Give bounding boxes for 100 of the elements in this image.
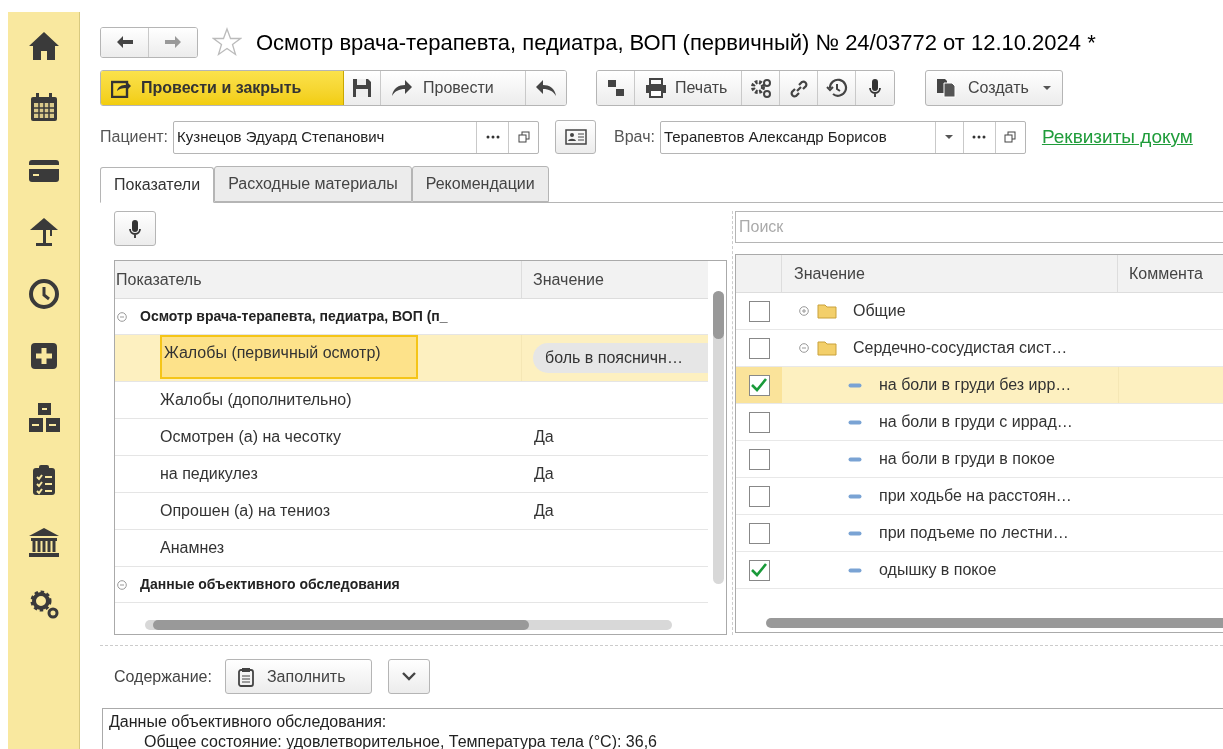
checkbox[interactable] xyxy=(748,337,770,359)
create-button[interactable]: Создать xyxy=(925,70,1063,106)
table-cell-text: на педикулез xyxy=(160,464,258,484)
tree-row[interactable]: при ходьбе на расстоян… xyxy=(736,478,1223,515)
search-field[interactable]: Поиск xyxy=(735,211,1223,243)
tree-item: одышку в покое xyxy=(879,560,997,580)
print-button[interactable]: Печать xyxy=(635,71,742,105)
details-link[interactable]: Реквизиты докум xyxy=(1041,122,1193,152)
checkmark-icon xyxy=(751,563,767,577)
printer-icon xyxy=(645,78,667,98)
save-icon xyxy=(352,78,372,98)
patient-card-button[interactable] xyxy=(555,120,596,154)
tree-item: Сердечно-сосудистая сист… xyxy=(853,338,1068,358)
history-icon xyxy=(825,78,848,98)
clock-icon xyxy=(27,278,60,310)
table-row[interactable]: Жалобы (первичный осмотр) боль в поясничн… xyxy=(115,335,710,382)
home-icon xyxy=(27,30,60,62)
microphone-button[interactable] xyxy=(856,71,894,105)
checkbox[interactable] xyxy=(748,559,770,581)
star-icon xyxy=(212,27,242,57)
debit-credit-button[interactable] xyxy=(597,71,635,105)
column-header: Показатель xyxy=(115,261,522,298)
fill-button[interactable]: Заполнить xyxy=(224,659,372,694)
tree-item: на боли в груди с иррад… xyxy=(879,412,1073,432)
back-icon xyxy=(115,35,134,49)
table-cell: боль в поясничн… xyxy=(533,343,710,373)
favorite-button[interactable] xyxy=(212,27,242,57)
dash-icon xyxy=(848,567,862,573)
gears-icon xyxy=(749,78,772,98)
open-window-icon xyxy=(517,131,530,143)
link-button[interactable] xyxy=(780,71,818,105)
checkbox[interactable] xyxy=(748,374,770,396)
tree-item: Общие xyxy=(853,301,906,321)
checkbox[interactable] xyxy=(748,485,770,507)
undo-button[interactable] xyxy=(526,71,566,105)
debit-credit-icon xyxy=(606,78,625,98)
checkmark-icon xyxy=(751,378,767,392)
tree-row[interactable]: одышку в покое xyxy=(736,552,1223,589)
microphone-button[interactable] xyxy=(114,211,156,246)
table-cell-text: Да xyxy=(534,427,554,447)
undo-arrow-icon xyxy=(535,79,557,97)
checkbox[interactable] xyxy=(748,411,770,433)
tree-row[interactable]: на боли в груди без ирр… xyxy=(736,367,1223,404)
column-header: Коммента xyxy=(1128,263,1203,284)
boxes-icon xyxy=(27,402,60,434)
patient-field[interactable]: Кузнецов Эдуард Степанович xyxy=(173,120,539,154)
expand-button[interactable] xyxy=(387,659,430,694)
dash-icon xyxy=(848,419,862,425)
tree-row[interactable]: при подъеме по лестни… xyxy=(736,515,1223,552)
settings-button[interactable] xyxy=(742,71,780,105)
tree-row[interactable]: на боли в груди в покое xyxy=(736,441,1223,478)
tab[interactable]: Расходные материалы xyxy=(214,166,412,202)
text-line: Данные объективного обследования: xyxy=(109,712,387,732)
dash-icon xyxy=(848,382,862,388)
column-header: Значение xyxy=(782,255,1118,292)
folder-icon xyxy=(817,303,837,319)
tree-row[interactable]: на боли в груди с иррад… xyxy=(736,404,1223,441)
table-cell-text: Осмотрен (а) на чесотку xyxy=(160,427,342,447)
tree-item: на боли в груди без ирр… xyxy=(879,375,1072,395)
doctor-label: Врач: xyxy=(614,127,655,147)
tab[interactable]: Показатели xyxy=(100,167,215,203)
table-cell: Жалобы (первичный осмотр) xyxy=(160,335,418,379)
id-card-icon xyxy=(564,129,587,145)
ellipsis-icon xyxy=(972,135,987,139)
chevron-down-icon xyxy=(401,672,416,681)
post-button[interactable]: Провести xyxy=(381,71,526,105)
tab[interactable]: Рекомендации xyxy=(411,166,549,202)
dash-icon xyxy=(848,456,862,462)
group-title: Осмотр врача-терапевта, педиатра, ВОП (п_ xyxy=(140,307,448,326)
open-window-icon xyxy=(1004,131,1017,143)
table-cell-text: Да xyxy=(534,501,554,521)
dash-icon xyxy=(848,493,862,499)
tree-row[interactable]: Общие xyxy=(736,293,1223,330)
ellipsis-icon xyxy=(485,135,500,139)
tree-item: на боли в груди в покое xyxy=(879,449,1055,469)
tree-item: при подъеме по лестни… xyxy=(879,523,1069,543)
tree-item: при ходьбе на расстоян… xyxy=(879,486,1072,506)
bank-icon xyxy=(27,526,60,558)
clipboard-icon xyxy=(236,666,255,687)
column-header: Значение xyxy=(532,269,605,290)
dash-icon xyxy=(848,530,862,536)
table-cell-text: Да xyxy=(534,464,554,484)
checkbox[interactable] xyxy=(748,448,770,470)
group-title: Данные объективного обследования xyxy=(140,575,400,594)
table-cell-text: Анамнез xyxy=(160,538,225,558)
table-cell-text: Жалобы (дополнительно) xyxy=(160,390,352,410)
history-button[interactable] xyxy=(818,71,856,105)
caret-icon xyxy=(1042,85,1051,91)
microphone-icon xyxy=(128,218,142,239)
documents-icon xyxy=(936,78,958,98)
checkbox[interactable] xyxy=(748,300,770,322)
exit-icon xyxy=(111,78,131,98)
post-and-close-button[interactable]: Провести и закрыть xyxy=(101,71,344,105)
checkbox[interactable] xyxy=(748,522,770,544)
doctor-field[interactable]: Терапевтов Александр Борисов xyxy=(659,120,1026,154)
folder-icon xyxy=(817,340,837,356)
save-button[interactable] xyxy=(344,71,381,105)
window-title: Осмотр врача-терапевта, педиатра, ВОП (первичный) № 24/03772 от 12.10.2024 * xyxy=(256,28,1096,57)
redo-arrow-icon xyxy=(391,79,413,97)
back-button[interactable] xyxy=(101,27,149,57)
